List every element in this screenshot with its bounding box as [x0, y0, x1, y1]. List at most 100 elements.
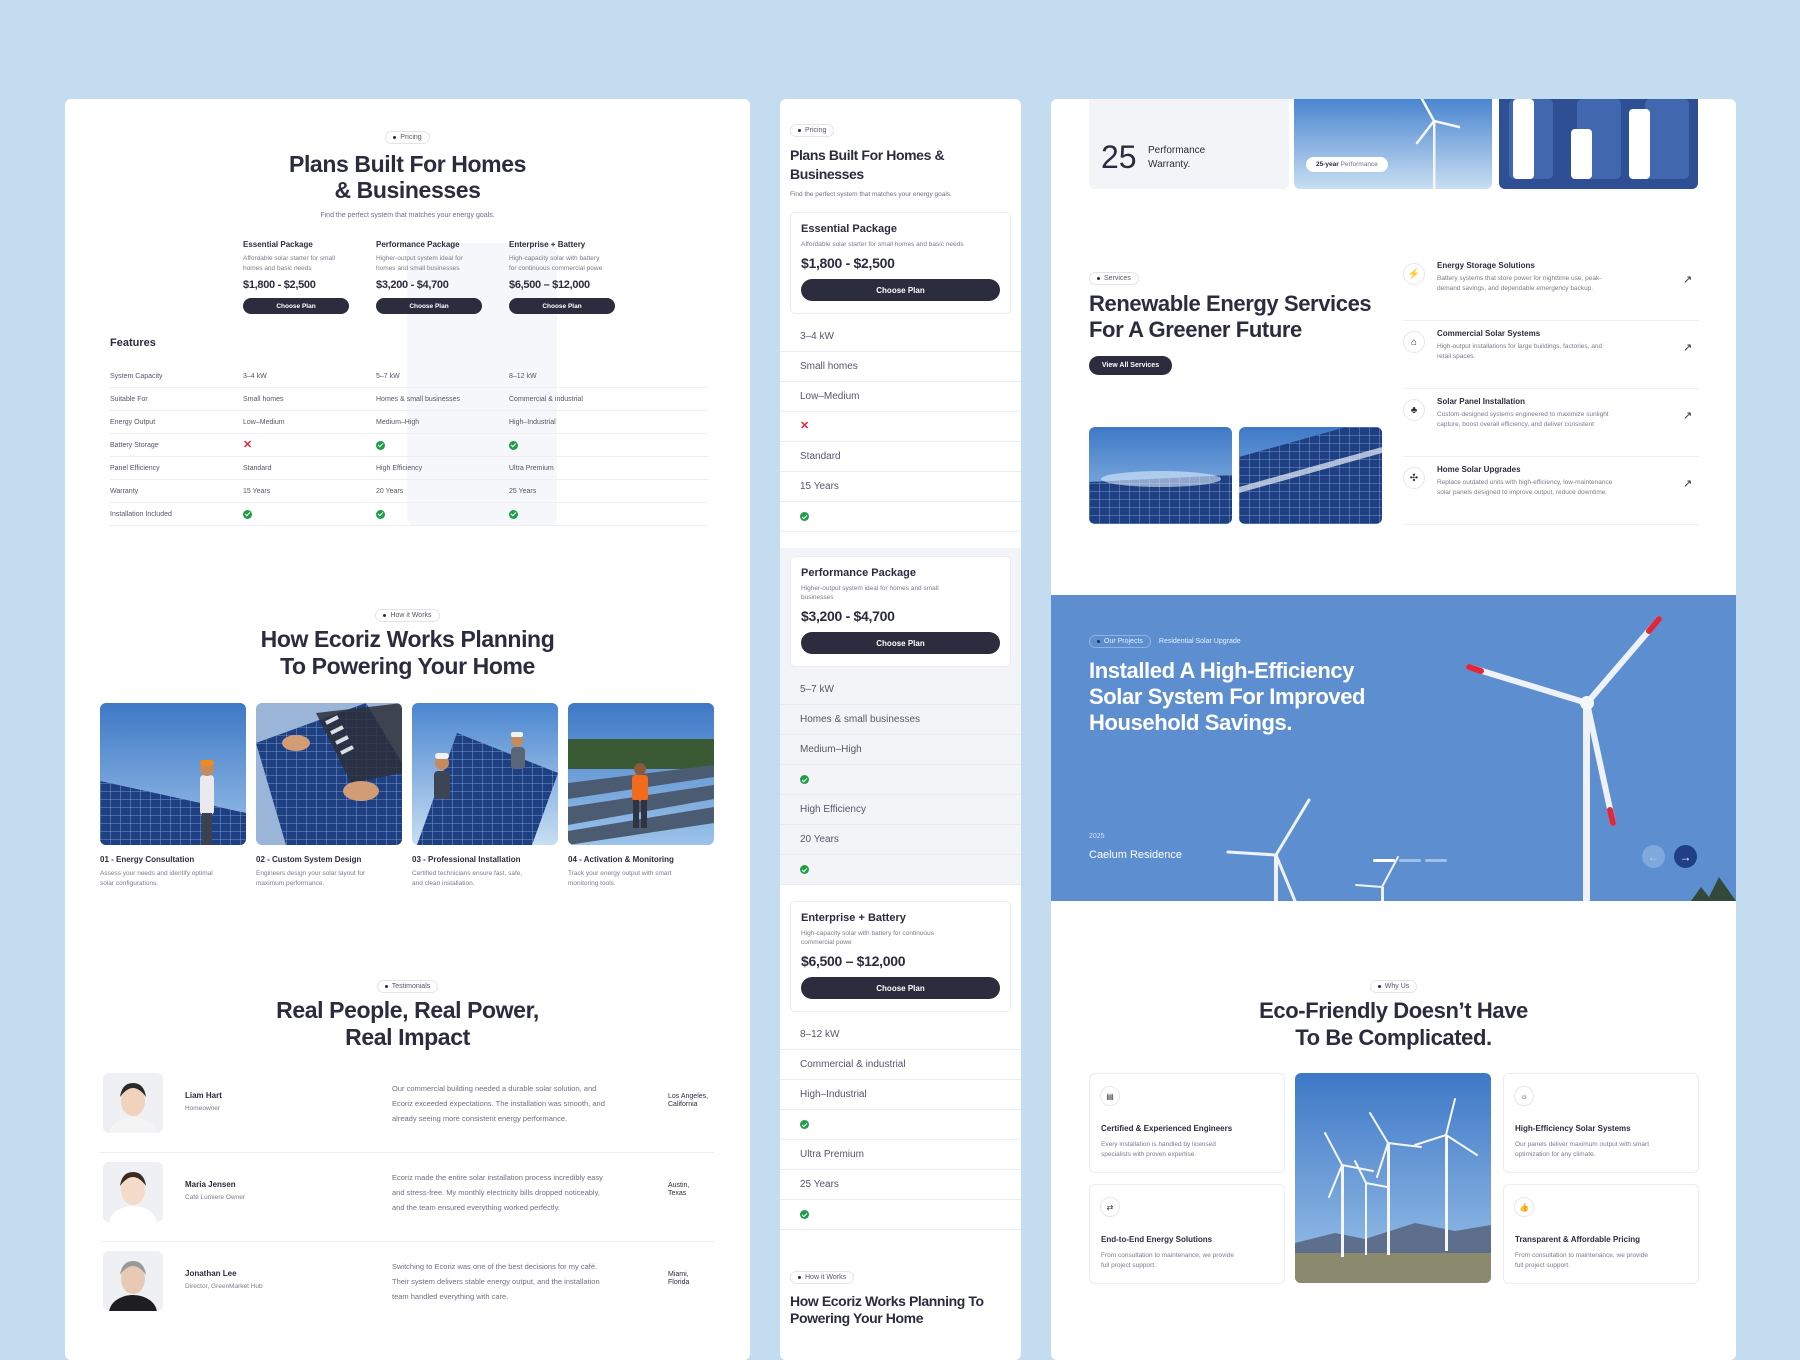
warranty-badge: 25-year Performance: [1306, 157, 1388, 172]
step-item: 03 - Professional Installation Certified …: [412, 855, 562, 889]
service-title: Energy Storage Solutions: [1437, 261, 1535, 270]
feature-cell: [243, 509, 252, 519]
service-item[interactable]: ⌂ Commercial Solar Systems High-output ins…: [1403, 329, 1699, 389]
warranty-line: Performance: [1148, 145, 1206, 156]
feature-label: Suitable For: [110, 395, 148, 403]
pricing-subtitle: Find the perfect system that matches you…: [320, 212, 495, 219]
why-title: End-to-End Energy Solutions: [1101, 1235, 1213, 1244]
step-photo-installation: [412, 703, 558, 845]
step-desc: Assess your needs and identify optimal: [100, 870, 213, 877]
arrow-up-right-icon[interactable]: ↗: [1683, 477, 1692, 490]
feature-label: Battery Storage: [110, 441, 159, 449]
how-title: How Ecoriz Works Planning To Powering Yo…: [65, 626, 750, 680]
step-photo-consultation: [100, 703, 246, 845]
feature-cell: High Efficiency: [376, 465, 422, 472]
section-tag: Testimonials: [376, 980, 439, 993]
mobile-plan-row: Ultra Premium: [780, 1140, 1021, 1170]
warranty-number: 25: [1101, 139, 1137, 175]
testimonial-row: Maria Jensen Café Lumiere Owner Ecoriz mad…: [100, 1162, 714, 1242]
plan-name: Enterprise + Battery: [801, 912, 906, 924]
why-desc: Every installation is handled by license…: [1101, 1141, 1216, 1148]
carousel-dot[interactable]: [1425, 859, 1447, 862]
title-line: & Businesses: [334, 177, 481, 203]
feature-cell: Ultra Premium: [509, 465, 554, 472]
carousel-dot[interactable]: [1399, 859, 1421, 862]
service-item[interactable]: ✣ Home Solar Upgrades Replace outdated uni…: [1403, 465, 1699, 525]
feature-cell: Medium–High: [376, 419, 419, 426]
title-line: Real Impact: [345, 1024, 470, 1050]
choose-plan-button[interactable]: Choose Plan: [801, 279, 1000, 301]
feature-label: Panel Efficiency: [110, 464, 160, 472]
cell-value: 5–7 kW: [376, 372, 400, 380]
cell-value: 20 Years: [800, 834, 839, 845]
mobile-plan-row: Commercial & industrial: [780, 1050, 1021, 1080]
mobile-plans: Essential Package Affordable solar starte…: [780, 212, 1021, 1230]
feature-cell: 20 Years: [376, 488, 403, 495]
plan-desc: Affordable solar starter for small homes…: [801, 241, 964, 248]
choose-plan-button[interactable]: Choose Plan: [509, 298, 615, 314]
cell-value: Medium–High: [376, 418, 420, 426]
service-item[interactable]: ⚡ Energy Storage Solutions Battery systems…: [1403, 261, 1699, 321]
mobile-plan-row: Homes & small businesses: [780, 705, 1021, 735]
arrow-right-icon: →: [1679, 849, 1692, 864]
mobile-pricing-subtitle: Find the perfect system that matches you…: [790, 191, 952, 198]
service-desc: demand savings, and dependable emergency…: [1437, 285, 1594, 292]
mobile-how-title: How Ecoriz Works Planning To Powering Yo…: [790, 1293, 1011, 1327]
carousel-dot-active[interactable]: [1373, 859, 1395, 862]
arrow-up-right-icon[interactable]: ↗: [1683, 341, 1692, 354]
service-item[interactable]: ♣ Solar Panel Installation Custom-designed…: [1403, 397, 1699, 457]
warranty-card: 25 Performance Warranty.: [1089, 99, 1289, 189]
title-line: Eco-Friendly Doesn’t Have: [1259, 998, 1528, 1023]
cell-value: High–Industrial: [509, 418, 556, 426]
check-icon: [376, 509, 385, 519]
reviewer-name: Jonathan Lee: [185, 1269, 237, 1278]
title-line: Solar System For Improved: [1089, 684, 1366, 709]
arrow-up-right-icon[interactable]: ↗: [1683, 273, 1692, 286]
cell-value: 15 Years: [800, 481, 839, 492]
plan-name: Performance Package: [801, 567, 916, 579]
choose-plan-button[interactable]: Choose Plan: [243, 298, 349, 314]
why-desc: full project support.: [1101, 1262, 1156, 1269]
view-all-services-button[interactable]: View All Services: [1089, 356, 1172, 375]
badge-bold: 25-year: [1316, 161, 1339, 168]
feature-row: Suitable For Small homes Homes & small bus…: [110, 388, 708, 411]
quote-line: and stress-free. My monthly electricity …: [392, 1188, 600, 1197]
quote-line: and the team ensured everything worked p…: [392, 1203, 560, 1212]
feature-cell: Small homes: [243, 396, 283, 403]
title-line: Renewable Energy Services: [1089, 291, 1372, 316]
title-line: Businesses: [790, 166, 864, 182]
feature-row: Battery Storage ✕: [110, 434, 708, 457]
reviewer-role: Director, GreenMarket Hub: [185, 1283, 263, 1290]
next-arrow-button[interactable]: →: [1674, 845, 1697, 868]
arrow-up-right-icon[interactable]: ↗: [1683, 409, 1692, 422]
step-item: 02 - Custom System Design Engineers desig…: [256, 855, 406, 889]
why-card: ☼ High-Efficiency Solar Systems Our panels…: [1503, 1073, 1699, 1173]
choose-plan-button[interactable]: Choose Plan: [376, 298, 482, 314]
cell-value: Homes & small businesses: [800, 714, 921, 725]
feature-label: Energy Output: [110, 418, 156, 426]
service-title: Commercial Solar Systems: [1437, 329, 1541, 338]
why-desc: Our panels deliver maximum output with s…: [1515, 1141, 1650, 1148]
quote-line: Ecoriz made the entire solar installatio…: [392, 1173, 603, 1182]
title-line: Plans Built For Homes &: [790, 147, 945, 163]
choose-plan-button[interactable]: Choose Plan: [801, 632, 1000, 654]
desktop-page-right: 25 Performance Warranty. 25-year Perform…: [1051, 99, 1736, 1360]
plan-desc: Affordable solar starter for small: [243, 255, 335, 262]
why-title: Eco-Friendly Doesn’t Have To Be Complica…: [1051, 997, 1736, 1051]
mobile-plan-block: Essential Package Affordable solar starte…: [780, 212, 1021, 532]
feature-cell: 8–12 kW: [509, 373, 537, 380]
step-desc: maximum performance.: [256, 880, 325, 887]
home-icon: ⌂: [1403, 331, 1425, 353]
prev-arrow-button[interactable]: ←: [1642, 845, 1665, 868]
feature-cell: Homes & small businesses: [376, 396, 460, 403]
location-line: Florida: [668, 1279, 690, 1286]
reviewer-location: Austin, Texas: [668, 1182, 689, 1198]
why-desc: From consultation to maintenance, we pro…: [1101, 1252, 1234, 1259]
reviewer-location: Miami, Florida: [668, 1271, 689, 1287]
why-title: Certified & Experienced Engineers: [1101, 1124, 1233, 1133]
reviewer-role: Homeowner: [185, 1105, 221, 1112]
step-item: 04 - Activation & Monitoring Track your e…: [568, 855, 718, 889]
choose-plan-button[interactable]: Choose Plan: [801, 977, 1000, 999]
cell-value: Medium–High: [800, 744, 862, 755]
feature-cell: 3–4 kW: [243, 373, 267, 380]
